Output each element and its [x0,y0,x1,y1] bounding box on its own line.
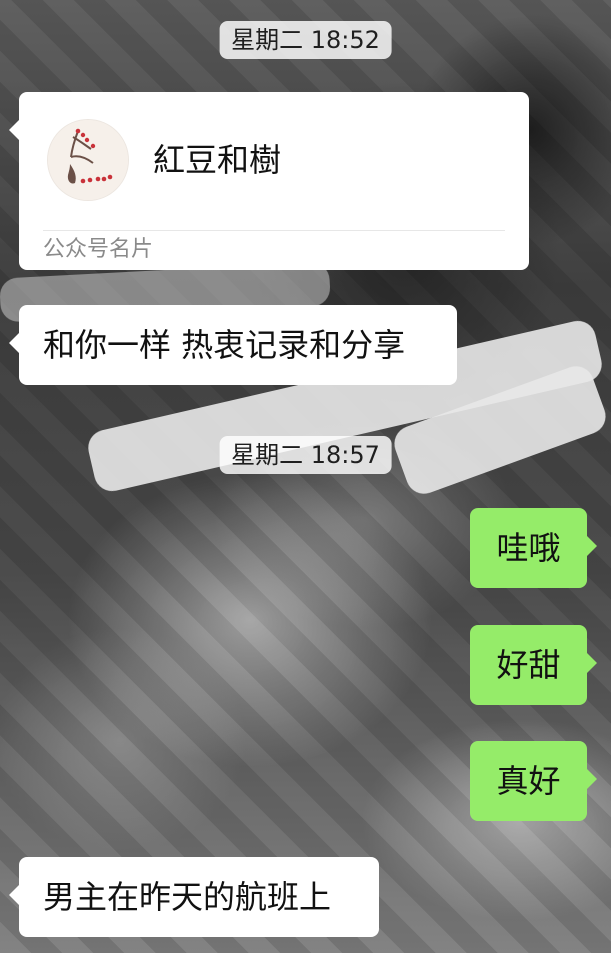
message-text: 男主在昨天的航班上 [43,878,332,916]
card-label: 公众号名片 [43,237,154,262]
avatar-vase-icon [47,119,129,201]
message-text: 真好 [496,762,561,800]
timestamp: 星期二 18:52 [219,21,392,59]
outgoing-message[interactable]: 真好 [470,741,597,821]
message-text: 哇哦 [496,529,561,567]
account-card-message[interactable]: 紅豆和樹 公众号名片 [9,92,529,270]
card-divider [43,230,505,231]
incoming-message[interactable]: 和你一样 热衷记录和分享 [9,305,457,385]
message-text: 好甜 [496,646,561,684]
incoming-message[interactable]: 男主在昨天的航班上 [9,857,379,937]
card-header: 紅豆和樹 [47,119,505,201]
timestamp: 星期二 18:57 [219,436,392,474]
outgoing-message[interactable]: 好甜 [470,625,597,705]
message-text: 和你一样 热衷记录和分享 [43,326,406,364]
outgoing-message[interactable]: 哇哦 [470,508,597,588]
card-title: 紅豆和樹 [153,141,282,179]
